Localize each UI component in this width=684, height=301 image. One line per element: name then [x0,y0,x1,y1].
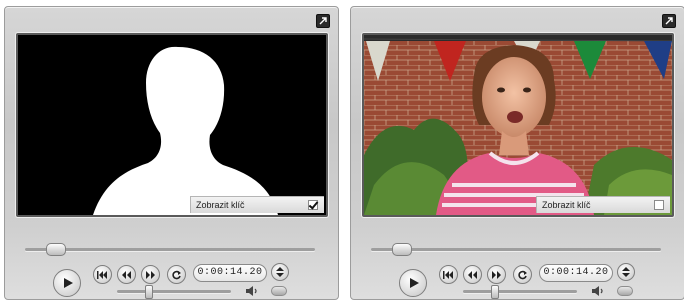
step-forward-icon [492,271,501,279]
step-back-icon [468,271,477,279]
show-key-checkbox[interactable] [308,200,318,210]
speaker-icon[interactable] [245,285,259,297]
preview-screen: Zobrazit klíč [16,33,328,217]
go-to-start-icon [443,271,453,279]
go-to-start-button[interactable] [439,265,458,284]
expand-button[interactable] [662,14,676,28]
step-back-button[interactable] [463,265,482,284]
play-button[interactable] [399,269,427,297]
scrub-handle[interactable] [392,243,412,256]
preview-screen: Zobrazit klíč [362,33,674,217]
show-key-toggle[interactable]: Zobrazit klíč [190,196,324,213]
volume-handle[interactable] [145,285,153,299]
up-down-stepper-icon [276,267,284,277]
go-to-start-icon [97,271,107,279]
audio-toggle-button[interactable] [271,286,287,296]
step-back-icon [122,271,131,279]
scrub-bar[interactable] [371,248,661,251]
timecode-display[interactable]: 0:00:14.20 [539,264,613,282]
timecode-stepper[interactable] [617,263,635,281]
preview-player-video: Zobrazit klíč 0:00:14.20 [350,6,684,300]
loop-icon [518,270,527,280]
step-forward-button[interactable] [487,265,506,284]
go-to-start-button[interactable] [93,265,112,284]
preview-player-key: Zobrazit klíč 0:00:14.20 [4,6,339,300]
key-mask-image [18,35,326,215]
step-forward-icon [146,271,155,279]
scrub-bar[interactable] [25,248,315,251]
loop-icon [172,270,181,280]
timecode-stepper[interactable] [271,263,289,281]
show-key-checkbox[interactable] [654,200,664,210]
step-forward-button[interactable] [141,265,160,284]
volume-slider[interactable] [117,290,231,293]
audio-toggle-button[interactable] [617,286,633,296]
expand-icon [665,17,673,25]
transport-controls: 0:00:14.20 [5,232,338,299]
up-down-stepper-icon [622,267,630,277]
play-button[interactable] [53,269,81,297]
loop-button[interactable] [513,265,532,284]
volume-handle[interactable] [491,285,499,299]
show-key-label: Zobrazit klíč [196,200,245,210]
transport-controls: 0:00:14.20 [351,232,684,299]
show-key-label: Zobrazit klíč [542,200,591,210]
timecode-display[interactable]: 0:00:14.20 [193,264,267,282]
volume-slider[interactable] [463,290,577,293]
show-key-toggle[interactable]: Zobrazit klíč [536,196,670,213]
step-back-button[interactable] [117,265,136,284]
scrub-handle[interactable] [46,243,66,256]
speaker-icon[interactable] [591,285,605,297]
video-frame-image [364,35,672,215]
expand-button[interactable] [316,14,330,28]
loop-button[interactable] [167,265,186,284]
expand-icon [319,17,327,25]
